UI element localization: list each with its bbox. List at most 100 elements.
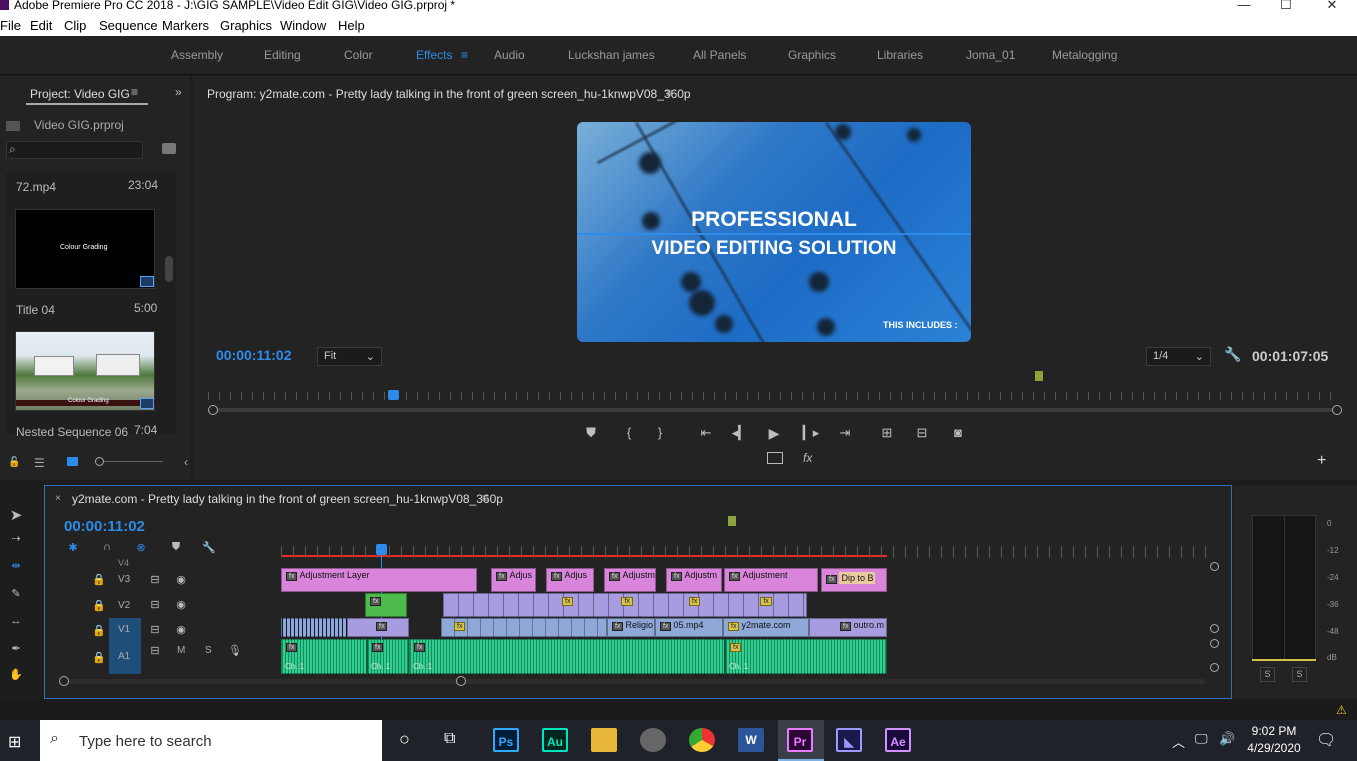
clip-audio[interactable]: fx Ch. 1 — [367, 639, 409, 674]
sync-lock-icon[interactable]: ⊟ — [148, 623, 162, 636]
export-frame-icon[interactable]: ◙ — [949, 425, 967, 440]
menu-window[interactable]: Window — [280, 18, 326, 33]
photoshop-app-icon[interactable]: Ps — [493, 728, 519, 752]
network-icon[interactable]: 🖵 — [1195, 731, 1208, 747]
menu-edit[interactable]: Edit — [30, 18, 52, 33]
task-view-icon[interactable]: ⧉ — [444, 730, 455, 748]
wrench-icon[interactable]: 🔧 — [1224, 346, 1241, 363]
show-hidden-icons-icon[interactable]: ︿ — [1172, 732, 1185, 751]
warning-icon[interactable]: ⚠ — [1336, 703, 1347, 717]
clip-audio[interactable]: fx Ch. 1 — [725, 639, 887, 674]
eye-icon[interactable]: ◉ — [174, 573, 188, 586]
workspace-joma-01[interactable]: Joma_01 — [966, 48, 1015, 62]
settings-wrench-icon[interactable]: 🔧 — [202, 541, 216, 554]
workspace-graphics[interactable]: Graphics — [788, 48, 836, 62]
add-marker-icon[interactable]: ⛊ — [169, 541, 183, 554]
clip-adjustment-layer[interactable]: fx Adjustment — [724, 568, 818, 592]
menu-clip[interactable]: Clip — [64, 18, 86, 33]
lift-icon[interactable]: ⊞ — [878, 425, 896, 441]
lock-icon[interactable]: 🔒 — [92, 573, 106, 586]
project-item-name[interactable]: Nested Sequence 06 — [16, 425, 128, 439]
after-effects-app-icon[interactable]: Ae — [885, 728, 911, 752]
timeline-tab[interactable]: y2mate.com - Pretty lady talking in the … — [72, 492, 503, 506]
eye-icon[interactable]: ◉ — [174, 598, 188, 611]
workspace-menu-icon[interactable]: ≡ — [461, 48, 468, 62]
nest-icon[interactable]: ✱ — [66, 541, 80, 554]
resolution-dropdown[interactable]: 1/4 ⌄ — [1146, 347, 1211, 366]
solo-left-button[interactable]: S — [1260, 667, 1275, 682]
workspace-effects[interactable]: Effects — [416, 48, 452, 62]
project-scrollbar[interactable] — [165, 256, 173, 282]
program-tab[interactable]: Program: y2mate.com - Pretty lady talkin… — [207, 87, 691, 101]
menu-file[interactable]: File — [0, 18, 21, 33]
razor-tool-icon[interactable]: ✎ — [9, 587, 23, 600]
selection-tool-icon[interactable]: ➤ — [9, 506, 23, 524]
sync-lock-icon[interactable]: ⊟ — [148, 644, 162, 657]
clip-video-v2[interactable]: fx fx fx fx — [443, 593, 807, 617]
more-icon[interactable]: ‹ — [184, 455, 188, 469]
zoom-slider-handle[interactable] — [95, 457, 104, 466]
scroll-handle-right[interactable] — [1332, 405, 1342, 415]
clip-adjustment-layer[interactable]: fx Adjus — [491, 568, 536, 592]
media-player-icon[interactable] — [640, 728, 666, 752]
mute-track-button[interactable]: M — [177, 645, 185, 656]
project-item-name[interactable]: 72.mp4 — [16, 180, 56, 194]
menu-help[interactable]: Help — [338, 18, 365, 33]
solo-track-button[interactable]: S — [205, 645, 212, 656]
track-scroll-handle[interactable] — [1210, 562, 1219, 571]
track-label-v2[interactable]: V2 — [118, 600, 130, 611]
solo-right-button[interactable]: S — [1292, 667, 1307, 682]
program-playhead[interactable] — [388, 390, 399, 400]
timeline-timecode[interactable]: 00:00:11:02 — [64, 518, 145, 535]
taskbar-search-box[interactable]: ⌕ Type here to search — [40, 720, 382, 761]
track-label-a1[interactable]: A1 — [118, 651, 130, 662]
step-forward-icon[interactable]: ▎▸ — [802, 425, 820, 441]
windows-start-icon[interactable]: ⊞ — [8, 732, 21, 752]
workspace-all-panels[interactable]: All Panels — [693, 48, 746, 62]
file-explorer-icon[interactable] — [591, 728, 617, 752]
track-label-v1[interactable]: V1 — [118, 624, 130, 635]
pen-tool-icon[interactable]: ✒ — [9, 642, 23, 655]
audition-app-icon[interactable]: Au — [542, 728, 568, 752]
go-to-out-icon[interactable]: ⇥ — [836, 425, 854, 441]
track-scroll-handle[interactable] — [1210, 663, 1219, 672]
minimize-button[interactable]: — — [1224, 0, 1264, 12]
scroll-handle-left[interactable] — [208, 405, 218, 415]
track-scroll-handle[interactable] — [1210, 639, 1219, 648]
lock-icon[interactable]: 🔒 — [92, 599, 106, 612]
workspace-editing[interactable]: Editing — [264, 48, 301, 62]
project-panel-menu-icon[interactable]: ≡ — [131, 85, 138, 99]
clip-audio[interactable]: fx Ch. 1 — [409, 639, 725, 674]
cortana-icon[interactable]: ○ — [399, 729, 410, 750]
project-search-input[interactable] — [6, 141, 143, 159]
clip-adjustment-layer[interactable]: fx Adjus — [546, 568, 594, 592]
workspace-audio[interactable]: Audio — [494, 48, 525, 62]
chrome-icon[interactable] — [689, 728, 715, 752]
clip-video-v1[interactable]: fx — [347, 618, 409, 637]
clip-adjustment-layer[interactable]: fx Adjustm — [666, 568, 722, 592]
menu-sequence[interactable]: Sequence — [99, 18, 158, 33]
hand-tool-icon[interactable]: ✋ — [9, 668, 23, 681]
project-tab[interactable]: Project: Video GIG — [30, 87, 130, 101]
track-label-v3[interactable]: V3 — [118, 574, 130, 585]
mark-out-icon[interactable]: } — [651, 425, 669, 440]
snap-icon[interactable]: ∩ — [100, 541, 114, 553]
marker-icon[interactable] — [728, 516, 736, 526]
add-button-icon[interactable]: + — [1317, 452, 1326, 470]
menu-markers[interactable]: Markers — [162, 18, 209, 33]
mark-in-icon[interactable]: { — [620, 425, 638, 440]
program-scroll-track[interactable] — [214, 408, 1336, 412]
track-scroll-handle[interactable] — [1210, 624, 1219, 633]
clock-time[interactable]: 9:02 PM — [1250, 724, 1298, 738]
expand-panels-icon[interactable]: » — [175, 85, 182, 99]
play-icon[interactable]: ▶ — [765, 425, 783, 442]
timeline-zoom-handle-left[interactable] — [59, 676, 69, 686]
track-select-tool-icon[interactable]: ⇢ — [9, 532, 23, 545]
clip-video-v1[interactable] — [281, 618, 347, 637]
clock-date[interactable]: 4/29/2020 — [1244, 741, 1304, 755]
notifications-icon[interactable]: 🗨 — [1316, 730, 1336, 750]
close-icon[interactable]: × — [55, 493, 61, 504]
transition-dip-to-black[interactable]: Dip to B — [839, 572, 876, 584]
go-to-in-icon[interactable]: ⇤ — [697, 425, 715, 441]
icon-view-icon[interactable] — [67, 457, 78, 466]
